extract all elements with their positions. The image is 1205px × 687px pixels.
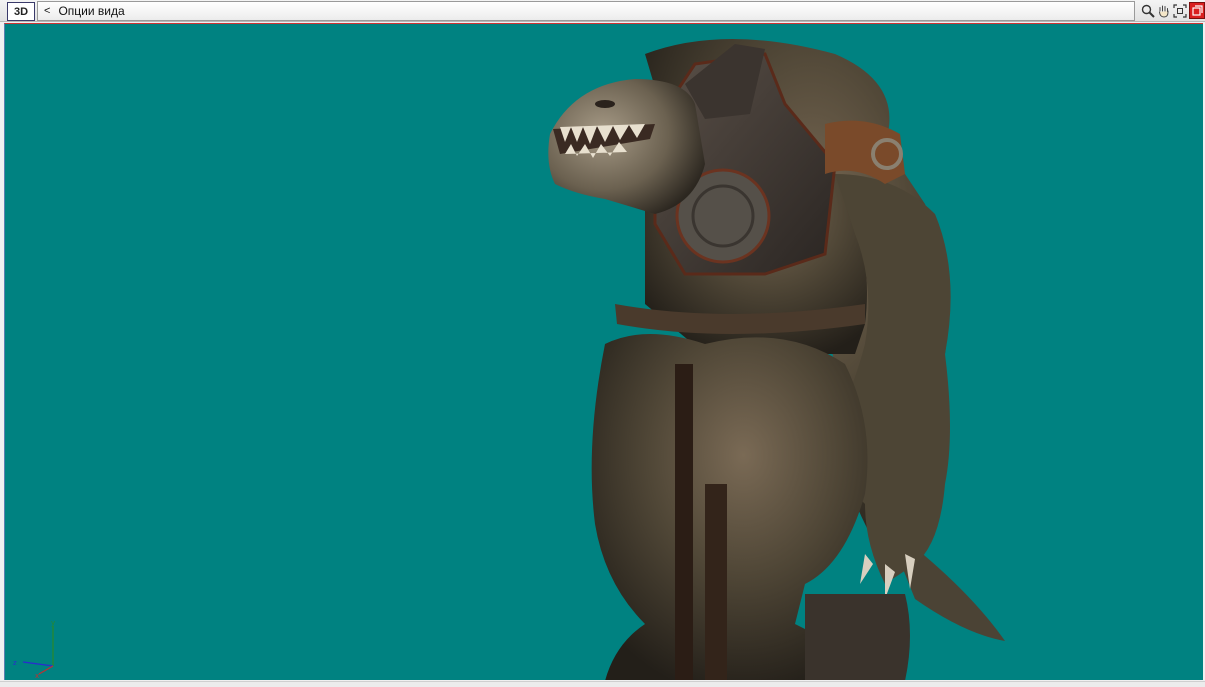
fit-view-icon: [1173, 3, 1187, 18]
zoom-button[interactable]: [1140, 2, 1156, 19]
axis-gizmo: y z x: [13, 619, 55, 678]
creature-model: [548, 39, 1005, 680]
pan-button[interactable]: [1156, 2, 1172, 19]
restore-button[interactable]: [1189, 2, 1205, 19]
view-options-bar[interactable]: < Опции вида: [37, 1, 1135, 21]
view-options-label[interactable]: Опции вида: [58, 4, 124, 18]
fit-view-button[interactable]: [1172, 2, 1188, 19]
bottom-border: [0, 681, 1205, 687]
viewport-toolbar: 3D < Опции вида: [0, 0, 1205, 22]
3d-viewport[interactable]: y z x: [4, 23, 1203, 680]
axis-y-label: y: [51, 619, 55, 627]
zoom-icon: [1141, 4, 1155, 18]
view-mode-3d-button[interactable]: 3D: [7, 2, 35, 21]
pan-hand-icon: [1159, 5, 1169, 18]
restore-icon: [1192, 4, 1203, 16]
axis-x-label: x: [35, 672, 39, 678]
axis-z-label: z: [13, 659, 17, 667]
chevron-left-icon[interactable]: <: [44, 5, 50, 17]
